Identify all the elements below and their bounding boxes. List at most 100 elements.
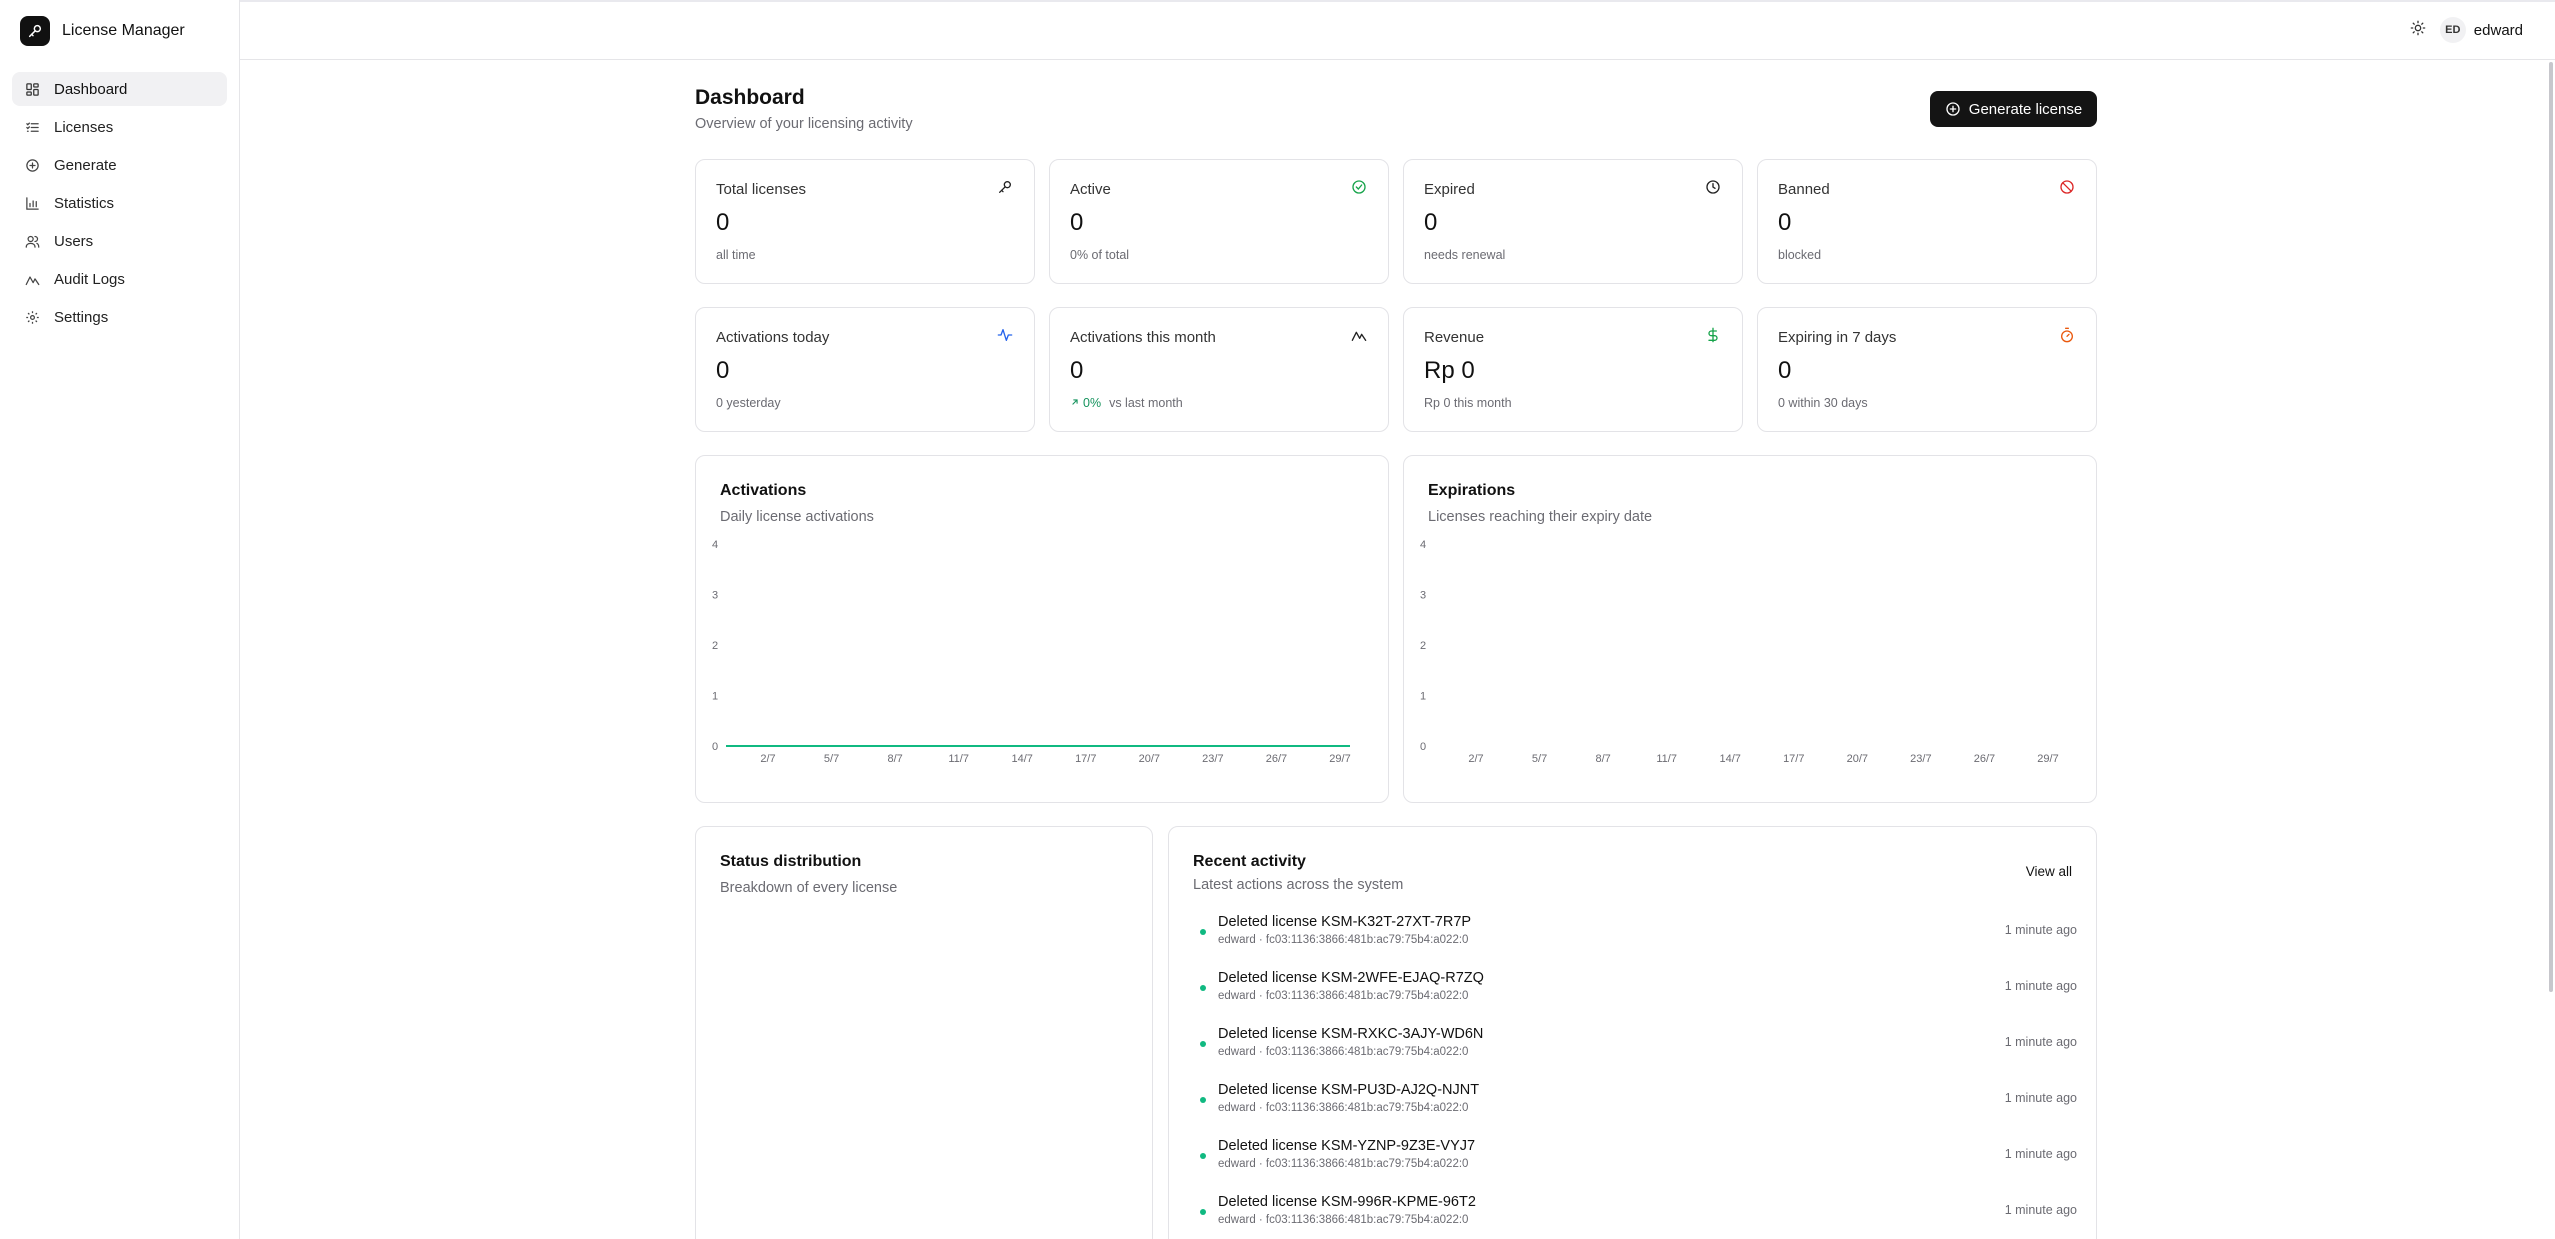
x-tick-label: 20/7 [1847,753,1868,765]
page-title: Dashboard [695,86,805,109]
sidebar-item-generate[interactable]: Generate [12,148,227,182]
dollar-icon [1704,326,1722,344]
sidebar-item-label: Generate [54,156,117,174]
stat-label: Activations today [716,329,830,346]
list-item[interactable]: Deleted license KSM-996R-KPME-96T2 edwar… [1193,1191,2085,1239]
scrollbar-thumb[interactable] [2549,62,2553,992]
x-tick-label: 14/7 [1720,753,1741,765]
card-subtitle: Daily license activations [720,509,874,525]
view-all-button[interactable]: View all [2026,864,2072,879]
sidebar-item-audit-logs[interactable]: Audit Logs [12,262,227,296]
stat-value: 0 [1778,357,1792,384]
card-title: Status distribution [720,853,862,870]
status-distribution-card: Status distribution Breakdown of every l… [695,826,1153,1239]
x-tick-label: 26/7 [1266,753,1287,765]
stat-card-revenue: Revenue Rp 0 Rp 0 this month [1403,307,1743,432]
status-dot [1200,929,1206,935]
status-dot [1200,1209,1206,1215]
stat-label: Total licenses [716,181,807,198]
sidebar: License Manager Dashboard Licenses Gener… [0,0,240,1239]
x-tick-label: 29/7 [2037,753,2058,765]
sidebar-item-dashboard[interactable]: Dashboard [12,72,227,106]
app-name: License Manager [62,22,185,39]
avatar: ED [2439,17,2466,43]
brand[interactable]: License Manager [20,16,185,46]
trend-icon [1350,326,1368,344]
x-tick-label: 5/7 [824,753,839,765]
stat-value: 0 [1070,357,1084,384]
stat-note: needs renewal [1424,248,1506,262]
bar-chart-icon [24,195,40,211]
sidebar-item-statistics[interactable]: Statistics [12,186,227,220]
stat-note: 0% vs last month [1070,396,1183,410]
stat-note: all time [716,248,756,262]
trend-caption: vs last month [1109,396,1183,410]
y-tick-label: 1 [712,691,718,703]
user-menu[interactable]: ED edward [2439,17,2523,43]
stat-value: 0 [716,209,730,236]
dashboard-grid-icon [24,81,40,97]
activity-time: 1 minute ago [2004,1203,2077,1217]
activity-title: Deleted license KSM-PU3D-AJ2Q-NJNT [1218,1082,1480,1098]
arrow-up-right-icon [1070,396,1080,410]
activity-meta: edward · fc03:1136:3866:481b:ac79:75b4:a… [1218,1158,1469,1170]
card-title: Recent activity [1193,853,1306,870]
x-tick-label: 26/7 [1974,753,1995,765]
stat-note: 0 within 30 days [1778,396,1868,410]
y-tick-label: 0 [1420,741,1426,753]
sidebar-item-users[interactable]: Users [12,224,227,258]
list-item[interactable]: Deleted license KSM-RXKC-3AJY-WD6N edwar… [1193,1023,2085,1079]
page-scrollbar[interactable] [2547,60,2555,992]
x-tick-label: 11/7 [1656,753,1677,765]
expirations-chart: 0 1 2 3 4 2/7 5/7 8/7 11/7 14/7 17/7 20/7 23/7 26/7 29… [1420,539,2059,765]
x-tick-label: 11/7 [948,753,969,765]
stat-label: Revenue [1424,329,1485,346]
pulse-icon [996,326,1014,344]
sidebar-item-label: Dashboard [54,80,128,98]
stat-card-expired: Expired 0 needs renewal [1403,159,1743,284]
stat-value: 0 [1424,209,1438,236]
activations-card: Activations Daily license activations 0 1… [695,455,1389,803]
sidebar-item-label: Audit Logs [54,270,125,288]
stat-label: Expired [1424,181,1475,198]
x-tick-label: 17/7 [1075,753,1096,765]
activity-meta: edward · fc03:1136:3866:481b:ac79:75b4:a… [1218,1046,1469,1058]
status-dot [1200,985,1206,991]
activity-time: 1 minute ago [2004,1147,2077,1161]
stat-value: Rp 0 [1424,357,1475,384]
sidebar-item-settings[interactable]: Settings [12,300,227,334]
x-tick-label: 2/7 [760,753,775,765]
x-tick-label: 29/7 [1329,753,1350,765]
gear-icon [24,309,40,325]
timer-icon [2058,326,2076,344]
activity-meta: edward · fc03:1136:3866:481b:ac79:75b4:a… [1218,1102,1469,1114]
activity-meta: edward · fc03:1136:3866:481b:ac79:75b4:a… [1218,990,1469,1002]
list-item[interactable]: Deleted license KSM-YZNP-9Z3E-VYJ7 edwar… [1193,1135,2085,1191]
y-tick-label: 3 [712,590,718,602]
stat-label: Active [1070,181,1111,198]
stat-label: Expiring in 7 days [1778,329,1897,346]
card-subtitle: Breakdown of every license [720,880,898,896]
theme-toggle-button[interactable] [2408,20,2428,40]
activity-title: Deleted license KSM-996R-KPME-96T2 [1218,1194,1476,1210]
stat-card-expiring: Expiring in 7 days 0 0 within 30 days [1757,307,2097,432]
stat-value: 0 [716,357,730,384]
sidebar-item-label: Statistics [54,194,115,212]
list-item[interactable]: Deleted license KSM-K32T-27XT-7R7P edwar… [1193,911,2085,967]
list-item[interactable]: Deleted license KSM-PU3D-AJ2Q-NJNT edwar… [1193,1079,2085,1135]
card-subtitle: Latest actions across the system [1193,877,1404,893]
stat-card-activations-month: Activations this month 0 0% vs last mont… [1049,307,1389,432]
activity-time: 1 minute ago [2004,1035,2077,1049]
card-title: Activations [720,482,807,499]
users-icon [24,233,40,249]
list-item[interactable]: Deleted license KSM-2WFE-EJAQ-R7ZQ edwar… [1193,967,2085,1023]
sidebar-item-label: Settings [54,308,109,326]
key-logo-icon [20,16,50,46]
ban-icon [2058,178,2076,196]
generate-license-button[interactable]: Generate license [1930,91,2097,127]
sidebar-item-licenses[interactable]: Licenses [12,110,227,144]
activity-icon [24,271,40,287]
y-tick-label: 4 [712,539,718,551]
plus-circle-icon [1945,101,1961,117]
generate-license-label: Generate license [1968,100,2083,118]
